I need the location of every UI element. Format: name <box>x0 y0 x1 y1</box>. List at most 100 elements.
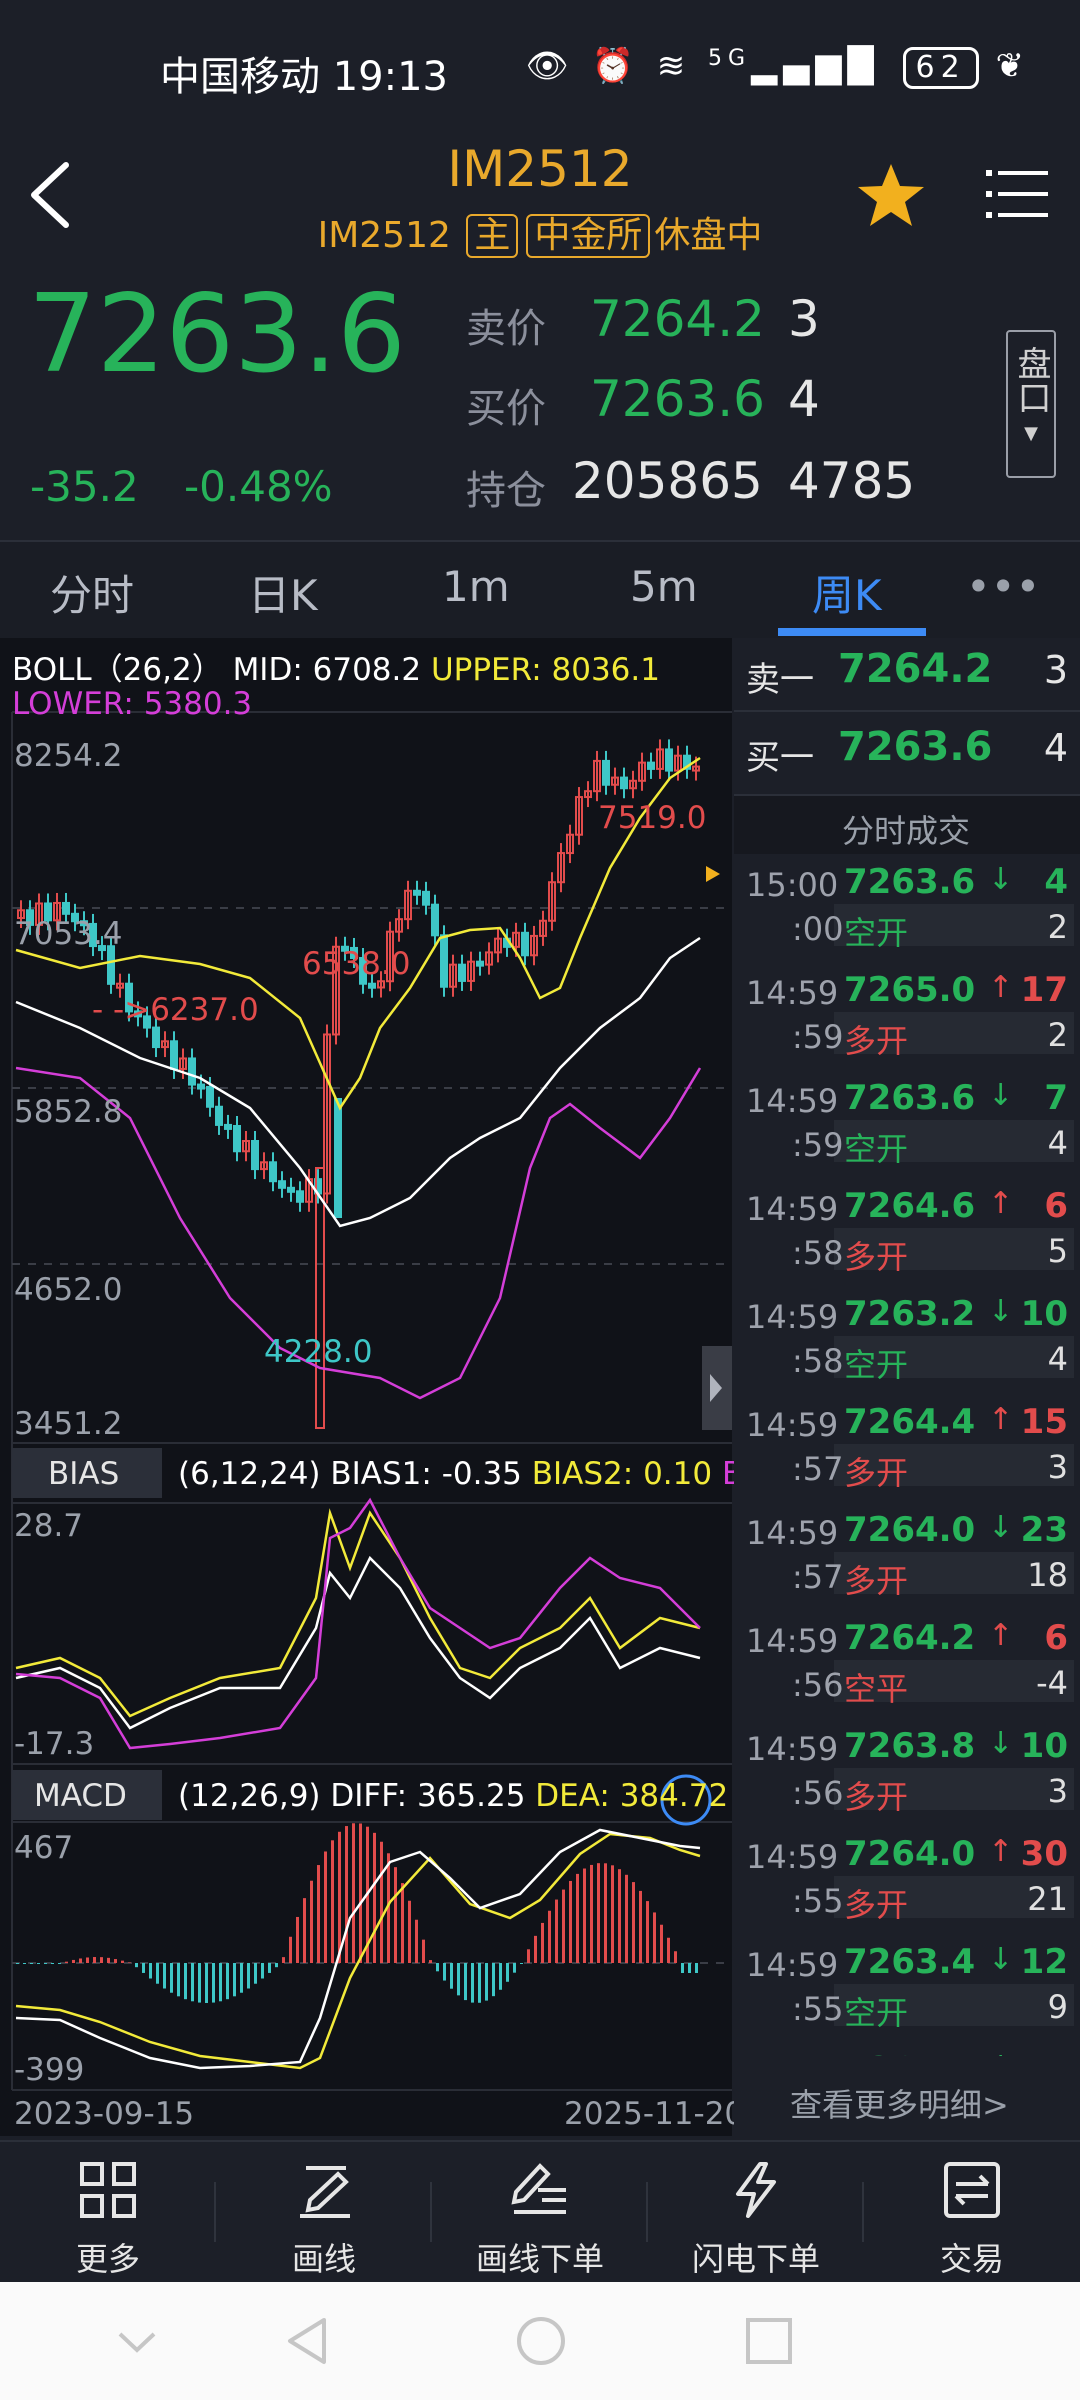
more-details-link[interactable]: 查看更多明细> <box>734 2058 1080 2136</box>
macd-indicator-button[interactable]: MACD <box>12 1770 162 1820</box>
y-axis-label: 8254.2 <box>14 738 123 774</box>
arrow-up-icon: ↑ <box>988 1834 1014 1869</box>
sell1-label: 卖一 <box>746 660 814 700</box>
tab-1m[interactable]: 1m <box>442 562 510 611</box>
bias-legend: (6,12,24) BIAS1: -0.35 BIAS2: 0.10 B <box>178 1456 743 1492</box>
tab-5m[interactable]: 5m <box>630 562 698 611</box>
macd-bar <box>527 1949 530 1963</box>
favorite-star-icon[interactable] <box>856 160 926 230</box>
boll-lower-value: LOWER: 5380.3 <box>12 686 253 722</box>
macd-bar <box>674 1951 677 1963</box>
candle-body <box>647 761 655 770</box>
tick-open-change: 3 <box>1047 1772 1068 1810</box>
macd-bar <box>23 1963 26 1964</box>
macd-bar <box>478 1963 481 2003</box>
kline-chart[interactable]: BOLL（26,2） MID: 6708.2 UPPER: 8036.1 LOW… <box>0 638 744 2136</box>
tab-timeshare[interactable]: 分时 <box>50 562 134 623</box>
tick-row: 14:59:55 7264.0 ↑ 30 多开 21 <box>734 1828 1080 1936</box>
candle-body <box>188 1057 196 1086</box>
tick-seconds: :55 <box>792 1882 844 1920</box>
y-axis-label: 4652.0 <box>14 1272 123 1308</box>
start-date: 2023-09-15 <box>14 2096 195 2132</box>
status-bar: 中国移动 19:13 👁 ⏰ ≋ 5G▂▄▆█ 62 ❦ <box>0 0 1080 140</box>
buy1-row: 买一 7263.6 4 <box>734 716 1080 788</box>
macd-name: MACD <box>34 1778 127 1814</box>
macd-bar <box>44 1963 47 1964</box>
alarm-icon: ⏰ <box>591 46 640 86</box>
candle-body <box>251 1140 259 1171</box>
candle-body <box>521 931 529 957</box>
candle-body <box>215 1105 223 1126</box>
bias-indicator-button[interactable]: BIAS <box>12 1448 162 1498</box>
buy1-volume: 4 <box>1043 726 1068 770</box>
carrier-time: 中国移动 19:13 <box>160 44 448 102</box>
macd-bar <box>268 1963 271 1973</box>
contract-code: IM2512 <box>317 215 451 256</box>
macd-bar <box>79 1958 82 1963</box>
macd-bar <box>688 1963 691 1973</box>
macd-bar <box>450 1963 453 1989</box>
status-icons: 👁 ⏰ ≋ 5G▂▄▆█ 62 ❦ <box>526 46 1030 89</box>
grid-icon <box>80 2162 136 2218</box>
candle-body <box>269 1161 277 1183</box>
caret-down-icon: ▼ <box>1024 423 1038 444</box>
macd-bar <box>485 1963 488 2001</box>
tick-seconds: :58 <box>792 1342 844 1380</box>
sell1-price: 7264.2 <box>838 646 993 692</box>
macd-bar <box>289 1936 292 1963</box>
tick-volume: 6 <box>1044 1618 1068 1658</box>
more-button[interactable]: 更多 <box>0 2142 216 2282</box>
arrow-down-icon: ↓ <box>988 2050 1013 2056</box>
order-book-button[interactable]: 盘口 ▼ <box>1006 330 1056 478</box>
macd-bar <box>653 1912 656 1963</box>
bias-top-label: 28.7 <box>14 1508 84 1544</box>
trade-detail-panel: 卖一 7264.2 3 买一 7263.6 4 分时成交 15:00:00 726… <box>734 638 1080 2136</box>
bias2-value: BIAS2: 0.10 <box>531 1456 713 1492</box>
flash-order-button[interactable]: 闪电下单 <box>648 2142 864 2282</box>
macd-bar <box>695 1963 698 1973</box>
dea-value: DEA: 384.72 <box>535 1778 729 1814</box>
boll-label: BOLL（26,2） <box>12 652 223 688</box>
macd-bar <box>121 1960 124 1963</box>
tab-weekly-k[interactable]: 周K <box>812 562 882 623</box>
tick-row: 14:59:57 7264.0 ↓ 23 多开 18 <box>734 1504 1080 1612</box>
exchange-tag: 中金所 <box>526 214 651 258</box>
macd-bar <box>492 1963 495 1997</box>
draw-line-button[interactable]: 画线 <box>216 2142 432 2282</box>
tick-open-change: 5 <box>1047 1232 1068 1270</box>
more-tabs-icon[interactable]: ••• <box>966 562 1040 611</box>
macd-bar <box>632 1882 635 1963</box>
draw-order-button[interactable]: 画线下单 <box>432 2142 648 2282</box>
price-change-pct: -0.48% <box>184 462 333 511</box>
tick-kind: 多开 <box>844 1562 909 1600</box>
tick-open-change: -4 <box>1036 1664 1068 1702</box>
trading-state: 休盘中 <box>654 215 763 256</box>
nav-recents-icon[interactable] <box>742 2314 796 2368</box>
candle-body <box>440 934 448 988</box>
tick-price: 7263.8 <box>844 2050 975 2056</box>
chevron-down-icon[interactable] <box>112 2318 162 2368</box>
macd-bar <box>58 1963 61 1964</box>
ticks-header: 分时成交 <box>734 796 1080 854</box>
macd-bar <box>16 1963 19 1964</box>
nav-home-icon[interactable] <box>514 2314 568 2368</box>
tab-daily-k[interactable]: 日K <box>248 562 318 623</box>
macd-bar <box>296 1916 299 1963</box>
macd-bar <box>128 1962 131 1963</box>
system-nav-bar <box>0 2282 1080 2400</box>
tick-row: 14:59:56 7264.2 ↑ 6 空平 -4 <box>734 1612 1080 1720</box>
macd-bar <box>625 1874 628 1963</box>
candle-body <box>224 1123 232 1130</box>
tick-seconds: :58 <box>792 1234 844 1272</box>
diff-value: DIFF: 365.25 <box>330 1778 526 1814</box>
mid-annotation: 6538.0 <box>302 946 411 982</box>
macd-bar <box>639 1890 642 1963</box>
menu-list-icon[interactable] <box>986 166 1048 222</box>
nav-back-icon[interactable] <box>282 2314 332 2368</box>
leaf-icon: ❦ <box>995 46 1030 86</box>
tick-price: 7264.0 <box>844 1510 976 1550</box>
tick-price: 7264.4 <box>844 1402 976 1442</box>
tick-row: 15:00:00 7263.6 ↓ 4 空开 2 <box>734 856 1080 964</box>
trade-button[interactable]: 交易 <box>864 2142 1080 2282</box>
candle-body <box>287 1186 295 1193</box>
